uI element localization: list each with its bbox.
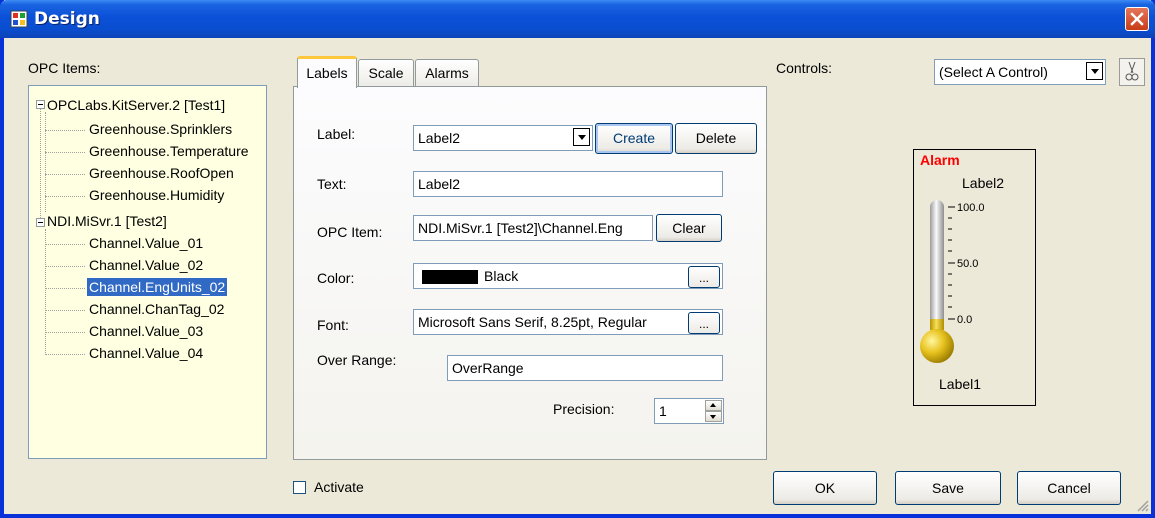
- label-caption: Label:: [317, 126, 356, 142]
- over-range-input[interactable]: OverRange: [447, 355, 723, 381]
- alarm-indicator: Alarm: [920, 152, 960, 168]
- tree-line: [45, 266, 85, 267]
- spin-down-icon[interactable]: [705, 411, 722, 422]
- opc-item-caption: OPC Item:: [317, 224, 383, 240]
- opc-items-label: OPC Items:: [28, 60, 101, 76]
- tree-node-item[interactable]: Channel.ChanTag_02: [89, 300, 224, 318]
- ok-button[interactable]: OK: [773, 471, 877, 505]
- cut-button[interactable]: [1119, 58, 1145, 86]
- thermometer-fill: [930, 319, 944, 330]
- tree-node-item[interactable]: Channel.Value_03: [89, 322, 203, 340]
- font-picker-button[interactable]: ...: [688, 312, 720, 334]
- app-icon: [10, 10, 28, 28]
- design-window: Design OPC Items: OPCLabs.KitServer.2 [T…: [0, 0, 1155, 518]
- chevron-down-icon[interactable]: [573, 128, 590, 146]
- tree-line: [45, 229, 46, 355]
- over-range-caption: Over Range:: [317, 352, 397, 368]
- clear-button[interactable]: Clear: [656, 214, 722, 242]
- controls-label: Controls:: [776, 60, 833, 76]
- precision-caption: Precision:: [553, 401, 615, 417]
- tree-node-item[interactable]: Greenhouse.Sprinklers: [89, 120, 232, 138]
- color-swatch: [422, 270, 478, 284]
- color-picker-button[interactable]: ...: [688, 266, 720, 288]
- cancel-button[interactable]: Cancel: [1017, 471, 1121, 505]
- tree-line: [45, 332, 85, 333]
- tree-node-item-selected[interactable]: Channel.EngUnits_02: [85, 277, 229, 297]
- tree-node-item[interactable]: Greenhouse.RoofOpen: [89, 164, 234, 182]
- resize-grip-icon[interactable]: [1135, 498, 1149, 512]
- save-button[interactable]: Save: [895, 471, 1001, 505]
- tree-node-item[interactable]: Greenhouse.Temperature: [89, 142, 249, 160]
- precision-value: 1: [659, 403, 667, 419]
- tree-node-item[interactable]: Greenhouse.Humidity: [89, 186, 224, 204]
- tree-node-item[interactable]: Channel.Value_04: [89, 344, 203, 362]
- tick-label: 0.0: [957, 314, 972, 326]
- control-select[interactable]: (Select A Control): [934, 59, 1106, 85]
- control-select-value: (Select A Control): [939, 64, 1048, 80]
- triangle-up: [710, 403, 716, 407]
- tree-line: [45, 244, 85, 245]
- label-select-value: Label2: [418, 130, 461, 146]
- create-button[interactable]: Create: [595, 123, 673, 154]
- tree-line: [45, 152, 85, 153]
- bottom-label: Label1: [939, 376, 982, 392]
- chevron-down-icon[interactable]: [1086, 62, 1103, 80]
- font-field[interactable]: Microsoft Sans Serif, 8.25pt, Regular: [413, 309, 723, 335]
- label-select[interactable]: Label2: [413, 125, 593, 151]
- tree-line: [45, 310, 85, 311]
- scissors-icon: [1125, 61, 1139, 81]
- spin-up-icon[interactable]: [705, 400, 722, 411]
- color-value: Black: [484, 268, 519, 284]
- tab-scale[interactable]: Scale: [358, 59, 414, 87]
- collapse-icon[interactable]: [36, 218, 45, 227]
- tree-line: [45, 196, 85, 197]
- tree-line: [45, 174, 85, 175]
- text-caption: Text:: [317, 176, 347, 192]
- tree-line: [45, 354, 85, 355]
- tree-line: [45, 288, 85, 289]
- color-caption: Color:: [317, 270, 355, 286]
- opc-items-tree[interactable]: OPCLabs.KitServer.2 [Test1] Greenhouse.S…: [28, 85, 267, 459]
- window-title: Design: [34, 9, 100, 29]
- precision-stepper[interactable]: 1: [654, 398, 724, 424]
- tree-node-item[interactable]: Channel.Value_02: [89, 256, 203, 274]
- scale-ticks: [948, 206, 955, 320]
- tree-node-item[interactable]: Channel.Value_01: [89, 234, 203, 252]
- tick-label: 50.0: [957, 258, 978, 270]
- activate-label[interactable]: Activate: [314, 479, 364, 495]
- opc-item-input[interactable]: NDI.MiSvr.1 [Test2]\Channel.Eng: [413, 215, 653, 241]
- control-preview: Alarm Label2 100.0 50.0 0.0 Label1: [913, 149, 1036, 406]
- thermometer-bulb: [920, 329, 954, 363]
- thermometer-tube: [930, 200, 944, 330]
- text-input[interactable]: Label2: [413, 171, 723, 197]
- triangle-down: [710, 415, 716, 419]
- title-bar[interactable]: Design: [0, 0, 1155, 38]
- tree-node-server[interactable]: OPCLabs.KitServer.2 [Test1]: [47, 96, 225, 114]
- tree-line: [40, 103, 41, 218]
- close-button[interactable]: [1125, 7, 1149, 31]
- thermometer-gauge: 100.0 50.0 0.0: [920, 200, 985, 363]
- close-icon: [1130, 12, 1144, 26]
- font-caption: Font:: [317, 317, 349, 333]
- collapse-icon[interactable]: [36, 100, 45, 109]
- color-field[interactable]: Black: [413, 263, 723, 289]
- activate-checkbox[interactable]: [293, 481, 306, 494]
- tree-line: [45, 112, 46, 212]
- tree-line: [45, 130, 85, 131]
- tab-labels[interactable]: Labels: [297, 56, 357, 88]
- delete-button[interactable]: Delete: [675, 123, 757, 154]
- top-label: Label2: [962, 175, 1005, 191]
- tab-alarms[interactable]: Alarms: [415, 59, 479, 87]
- tree-node-server[interactable]: NDI.MiSvr.1 [Test2]: [47, 212, 167, 230]
- tick-label: 100.0: [957, 202, 985, 214]
